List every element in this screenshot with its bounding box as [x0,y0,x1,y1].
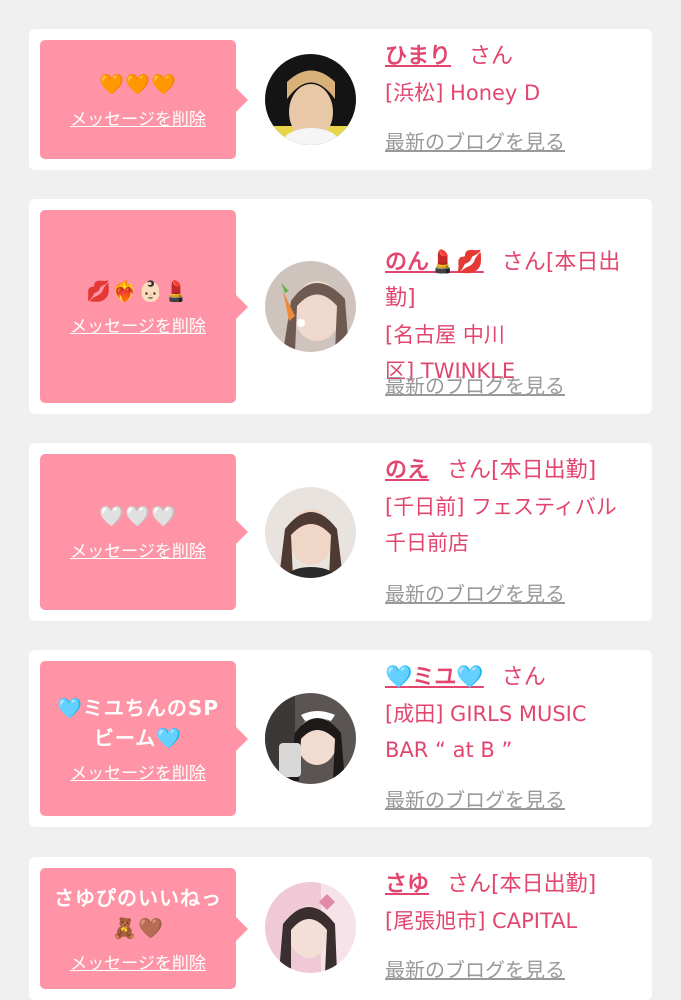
girl-name-link[interactable]: のん💄💋 [385,250,484,275]
message-text: 🩵ミユちんのSP ビーム🩵 [57,695,219,750]
avatar-photo-icon [265,261,356,352]
delete-message-link[interactable]: メッセージを削除 [70,541,206,563]
message-bubble: 🩵ミユちんのSP ビーム🩵 メッセージを削除 [40,661,248,816]
message-bubble: さゆぴのいいねっ 🧸🤎 メッセージを削除 [40,868,248,989]
name-line: のん💄💋 さん[本日出 勤] [385,209,643,317]
message-bubble: 💋❤️‍🔥👶🏻💄 メッセージを削除 [40,210,248,403]
message-card: 💋❤️‍🔥👶🏻💄 メッセージを削除 のん💄💋 さん[本日出 勤] [名古屋 中川 … [29,199,652,414]
name-line: さゆ さん[本日出勤] [385,867,643,903]
honorific: さん [501,250,546,275]
message-text: 🧡🧡🧡 [99,71,177,96]
shop-text: [千日前] フェスティバル 千日前店 [385,495,617,555]
avatar-photo-icon [265,882,356,973]
name-line: のえ さん[本日出勤] [385,453,643,489]
girl-name-link[interactable]: さゆ [385,872,429,897]
message-card: 🧡🧡🧡 メッセージを削除 ひまり さん [浜松] Honey D 最新のブログを見… [29,29,652,170]
name-line: ひまり さん [385,39,643,75]
avatar-photo-icon [265,54,356,145]
avatar[interactable] [265,693,356,784]
girl-info: ひまり さん [浜松] Honey D [385,39,643,111]
message-text: さゆぴのいいねっ 🧸🤎 [54,885,222,940]
honorific: さん [447,458,492,483]
avatar-photo-icon [265,693,356,784]
latest-blog-link[interactable]: 最新のブログを見る [385,788,565,812]
name-line: 🩵ミユ🩵 さん [385,660,643,696]
honorific: さん [469,44,514,69]
girl-name-link[interactable]: 🩵ミユ🩵 [385,665,484,690]
message-card: 🩵ミユちんのSP ビーム🩵 メッセージを削除 🩵ミユ🩵 さん [成田] GIRLS… [29,650,652,827]
delete-message-link[interactable]: メッセージを削除 [70,109,206,131]
status-text: [本日出勤] [491,872,597,897]
avatar[interactable] [265,882,356,973]
message-bubble: 🤍🤍🤍 メッセージを削除 [40,454,248,610]
delete-message-link[interactable]: メッセージを削除 [70,763,206,785]
message-text: 🤍🤍🤍 [99,504,177,528]
girl-info: さゆ さん[本日出勤] [尾張旭市] CAPITAL [385,867,643,939]
latest-blog-link[interactable]: 最新のブログを見る [385,958,565,982]
honorific: さん [447,872,492,897]
girl-name-link[interactable]: ひまり [385,44,451,69]
latest-blog-link[interactable]: 最新のブログを見る [385,374,565,398]
honorific: さん [501,665,546,690]
message-text: 💋❤️‍🔥👶🏻💄 [86,278,190,303]
message-card: 🤍🤍🤍 メッセージを削除 のえ さん[本日出勤] [千日前] フェスティバル 千日… [29,443,652,621]
avatar[interactable] [265,487,356,578]
latest-blog-link[interactable]: 最新のブログを見る [385,582,565,606]
shop-text: [尾張旭市] CAPITAL [385,909,578,933]
girl-info: のん💄💋 さん[本日出 勤] [名古屋 中川 区] TWINKLE [385,209,643,389]
delete-message-link[interactable]: メッセージを削除 [70,953,206,975]
avatar[interactable] [265,54,356,145]
status-text: [本日出勤] [491,458,597,483]
girl-info: 🩵ミユ🩵 さん [成田] GIRLS MUSIC BAR “ at B ” [385,660,643,768]
delete-message-link[interactable]: メッセージを削除 [70,316,206,338]
shop-text: [成田] GIRLS MUSIC BAR “ at B ” [385,702,587,762]
avatar[interactable] [265,261,356,352]
latest-blog-link[interactable]: 最新のブログを見る [385,130,565,154]
girl-name-link[interactable]: のえ [385,458,429,483]
shop-text: [浜松] Honey D [385,81,541,105]
avatar-photo-icon [265,487,356,578]
message-bubble: 🧡🧡🧡 メッセージを削除 [40,40,248,159]
message-card: さゆぴのいいねっ 🧸🤎 メッセージを削除 さゆ さん[本日出勤] [尾張旭市] C… [29,857,652,1000]
girl-info: のえ さん[本日出勤] [千日前] フェスティバル 千日前店 [385,453,643,561]
